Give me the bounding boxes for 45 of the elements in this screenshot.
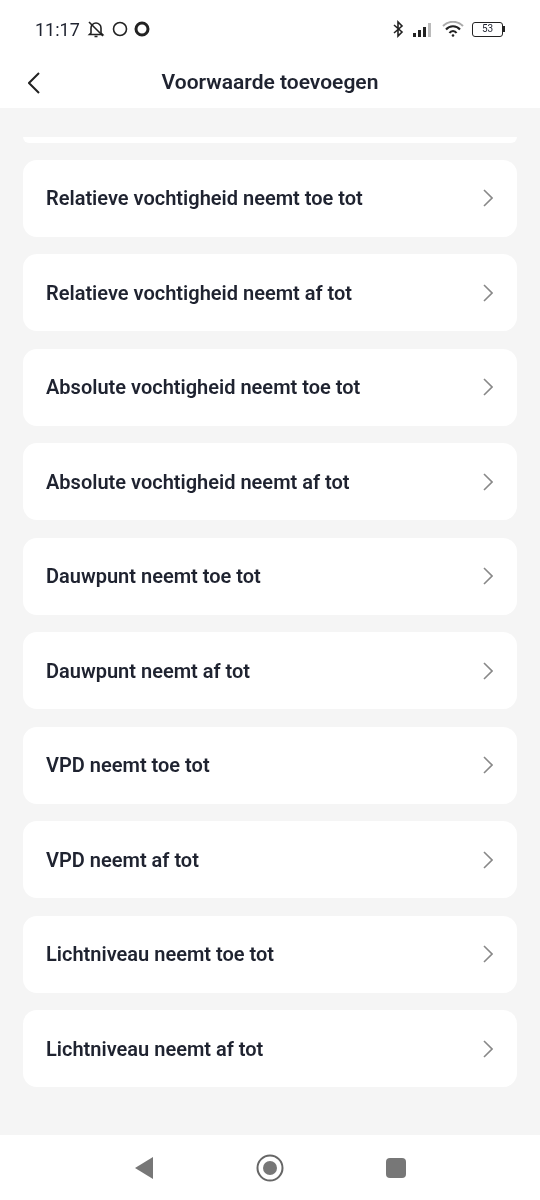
chevron-right-icon: [483, 189, 493, 207]
ring-icon: [133, 21, 150, 37]
condition-label: VPD neemt af tot: [46, 846, 199, 874]
condition-label: Lichtniveau neemt af tot: [46, 1035, 264, 1063]
condition-label: VPD neemt toe tot: [46, 752, 210, 779]
condition-item[interactable]: Relatieve vochtigheid neemt af tot: [23, 254, 517, 331]
home-nav-button[interactable]: [256, 1153, 284, 1182]
page-title: Voorwaarde toevoegen: [161, 69, 379, 97]
muted-bell-icon: [85, 19, 106, 39]
circle-icon: [111, 21, 128, 37]
square-icon: [386, 1157, 406, 1178]
condition-item[interactable]: Lichtniveau neemt af tot: [23, 1010, 517, 1087]
condition-label: Relatieve vochtigheid neemt toe tot: [46, 185, 363, 212]
home-circle-icon: [256, 1153, 284, 1182]
chevron-right-icon: [483, 283, 493, 302]
battery-icon: 53: [472, 21, 505, 37]
chevron-right-icon: [483, 567, 493, 585]
condition-item[interactable]: VPD neemt af tot: [23, 821, 517, 898]
chevron-right-icon: [483, 756, 493, 774]
chevron-right-icon: [483, 1039, 493, 1058]
condition-label: Lichtniveau neemt toe tot: [46, 941, 274, 968]
chevron-right-icon: [483, 472, 493, 491]
chevron-right-icon: [483, 850, 493, 869]
wifi-icon: [442, 21, 464, 37]
condition-label: Absolute vochtigheid neemt af tot: [46, 468, 350, 496]
condition-label: Dauwpunt neemt toe tot: [46, 563, 261, 590]
back-icon: [28, 72, 40, 94]
chevron-right-icon: [483, 378, 493, 396]
condition-item[interactable]: Dauwpunt neemt af tot: [23, 632, 517, 709]
status-time: 11:17: [35, 17, 80, 42]
condition-item[interactable]: Lichtniveau neemt toe tot: [23, 915, 517, 993]
chevron-right-icon: [483, 945, 493, 963]
condition-label: Relatieve vochtigheid neemt af tot: [46, 279, 353, 307]
bluetooth-icon: [392, 20, 404, 38]
triangle-icon: [135, 1156, 153, 1179]
chevron-right-icon: [483, 661, 493, 680]
condition-item[interactable]: VPD neemt toe tot: [23, 726, 517, 804]
condition-item[interactable]: Absolute vochtigheid neemt toe tot: [23, 348, 517, 426]
condition-item[interactable]: Relatieve vochtigheid neemt toe tot: [23, 159, 517, 237]
recents-nav-button[interactable]: [384, 1155, 408, 1180]
condition-label: Absolute vochtigheid neemt toe tot: [46, 374, 361, 401]
condition-label: Dauwpunt neemt af tot: [46, 657, 251, 685]
condition-item[interactable]: Absolute vochtigheid neemt af tot: [23, 443, 517, 520]
signal-icon: [412, 21, 434, 37]
condition-item[interactable]: Dauwpunt neemt toe tot: [23, 537, 517, 615]
